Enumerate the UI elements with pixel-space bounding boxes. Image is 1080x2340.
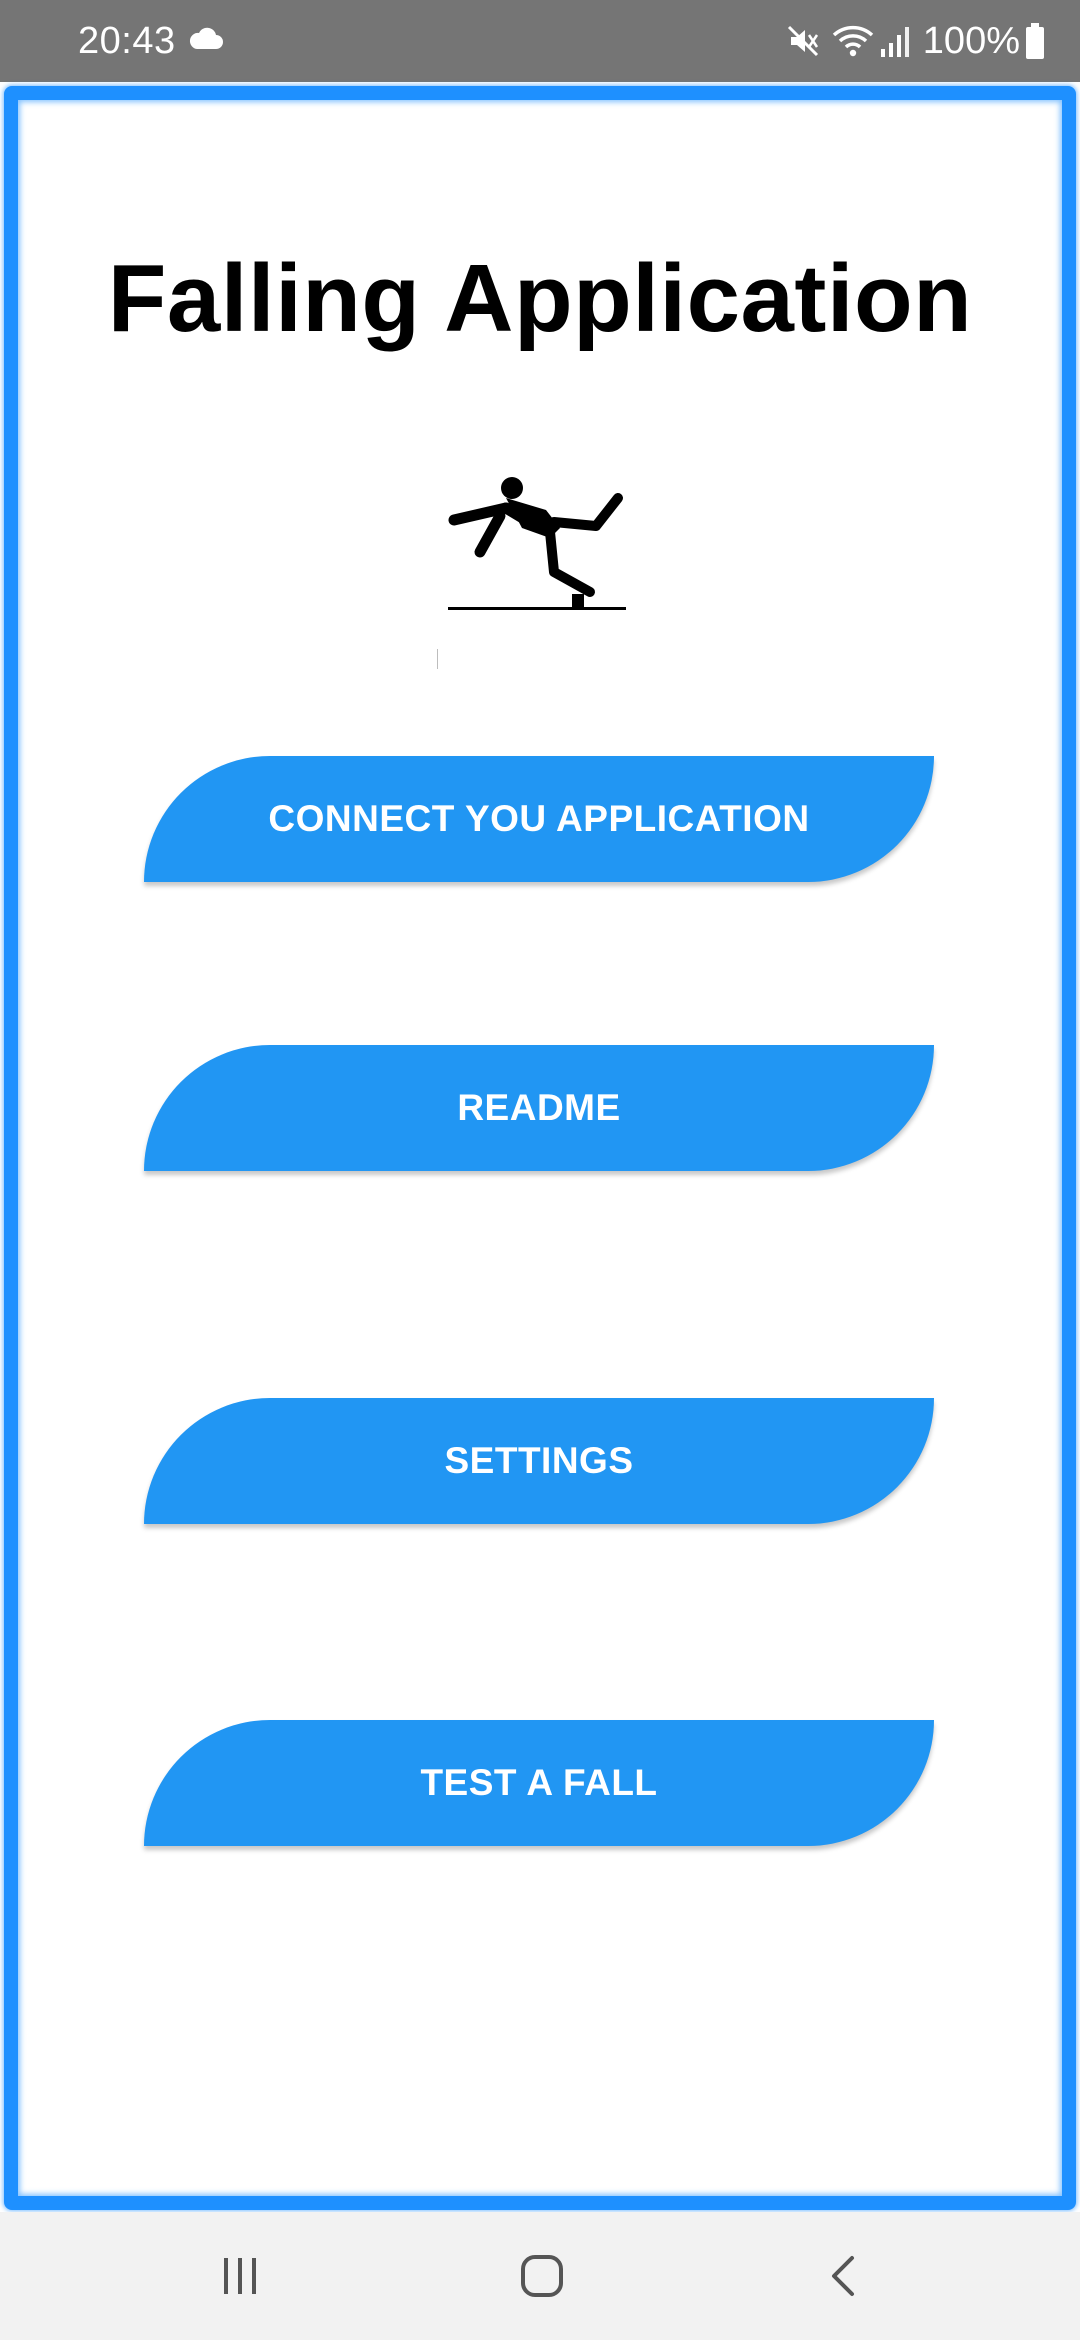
- recents-button[interactable]: [210, 2246, 270, 2306]
- readme-button[interactable]: README: [144, 1045, 934, 1171]
- cursor-mark: [437, 649, 438, 669]
- connect-application-button[interactable]: CONNECT YOU APPLICATION: [144, 756, 934, 882]
- status-time: 20:43: [78, 20, 176, 62]
- status-icons: 100%: [785, 18, 1046, 64]
- battery-icon: [1026, 23, 1044, 59]
- battery-percent: 100%: [922, 20, 1020, 62]
- cloud-icon: [189, 27, 223, 49]
- person-falling-icon: [448, 477, 626, 610]
- recents-icon: [224, 2258, 256, 2294]
- back-icon: [832, 2256, 854, 2296]
- status-bar: 20:43 100%: [0, 0, 1080, 82]
- wifi-icon: [832, 25, 873, 57]
- signal-icon: [880, 27, 909, 57]
- back-button[interactable]: [814, 2246, 874, 2306]
- home-icon: [521, 2255, 563, 2297]
- test-fall-button[interactable]: TEST A FALL: [144, 1720, 934, 1846]
- home-button[interactable]: [512, 2246, 572, 2306]
- mute-icon: [787, 25, 818, 57]
- page-title: Falling Application: [107, 245, 973, 352]
- navigation-bar: [0, 2212, 1080, 2340]
- settings-button[interactable]: SETTINGS: [144, 1398, 934, 1524]
